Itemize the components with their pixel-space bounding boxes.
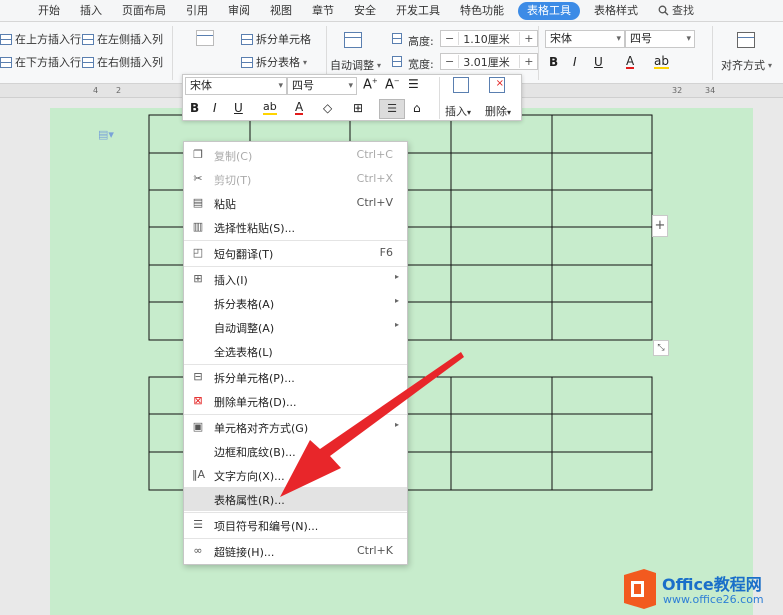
watermark-logo: Office教程网 www.office26.com [620, 565, 783, 615]
watermark-brand: Office教程网 [662, 575, 762, 594]
watermark-url: www.office26.com [663, 593, 764, 606]
office-logo-icon [624, 569, 656, 609]
arrow-annotation-icon [280, 352, 464, 497]
